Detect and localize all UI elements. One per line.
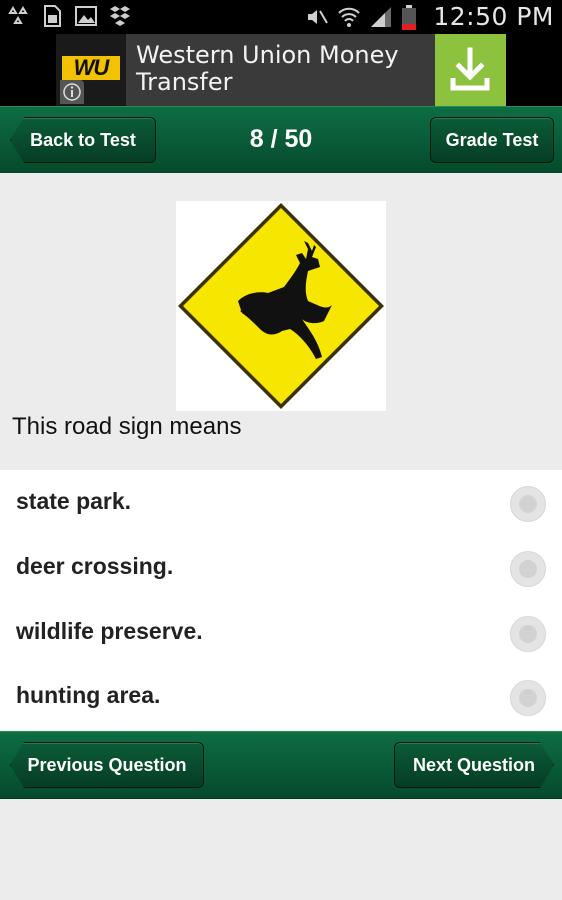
signal-icon xyxy=(369,5,393,29)
download-icon xyxy=(450,47,490,91)
sim-card-icon xyxy=(40,4,64,28)
dropbox-icon xyxy=(108,4,132,28)
answer-option[interactable]: wildlife preserve. xyxy=(0,600,562,664)
question-text: This road sign means xyxy=(12,413,242,440)
download-button[interactable] xyxy=(435,34,506,106)
battery-icon xyxy=(401,4,425,30)
answer-label: hunting area. xyxy=(16,682,161,708)
deer-crossing-sign-icon xyxy=(176,201,386,411)
answer-label: state park. xyxy=(16,488,132,514)
answer-option[interactable]: hunting area. xyxy=(0,664,562,728)
previous-question-button[interactable]: Previous Question xyxy=(10,742,204,788)
answer-label: deer crossing. xyxy=(16,553,174,579)
ad-banner[interactable]: WU Western Union Money Transfer xyxy=(0,34,562,106)
question-area: This road sign means xyxy=(0,173,562,470)
ad-title: Western Union Money Transfer xyxy=(136,41,399,96)
notification-icons xyxy=(6,4,132,28)
image-icon xyxy=(74,4,98,28)
radio-button[interactable] xyxy=(510,680,546,716)
recycle-icon xyxy=(6,4,30,28)
wifi-icon xyxy=(337,5,361,29)
radio-button[interactable] xyxy=(510,616,546,652)
answer-option[interactable]: deer crossing. xyxy=(0,535,562,599)
status-bar: 12:50 PM xyxy=(0,0,562,34)
western-union-logo: WU xyxy=(62,56,120,80)
system-icons: 12:50 PM xyxy=(305,2,554,31)
clock: 12:50 PM xyxy=(433,2,554,31)
answer-list: state park. deer crossing. wildlife pres… xyxy=(0,470,562,730)
bottom-navigation-bar: Previous Question Next Question xyxy=(0,731,562,799)
ad-logo: WU xyxy=(56,34,126,106)
answer-option[interactable]: state park. xyxy=(0,470,562,534)
mute-icon xyxy=(305,5,329,29)
ad-content[interactable]: WU Western Union Money Transfer xyxy=(56,34,506,106)
answer-label: wildlife preserve. xyxy=(16,618,203,644)
radio-button[interactable] xyxy=(510,486,546,522)
top-navigation-bar: Back to Test 8 / 50 Grade Test xyxy=(0,106,562,174)
grade-test-button[interactable]: Grade Test xyxy=(430,117,554,163)
radio-button[interactable] xyxy=(510,551,546,587)
info-icon[interactable] xyxy=(60,80,84,104)
next-question-button[interactable]: Next Question xyxy=(394,742,554,788)
